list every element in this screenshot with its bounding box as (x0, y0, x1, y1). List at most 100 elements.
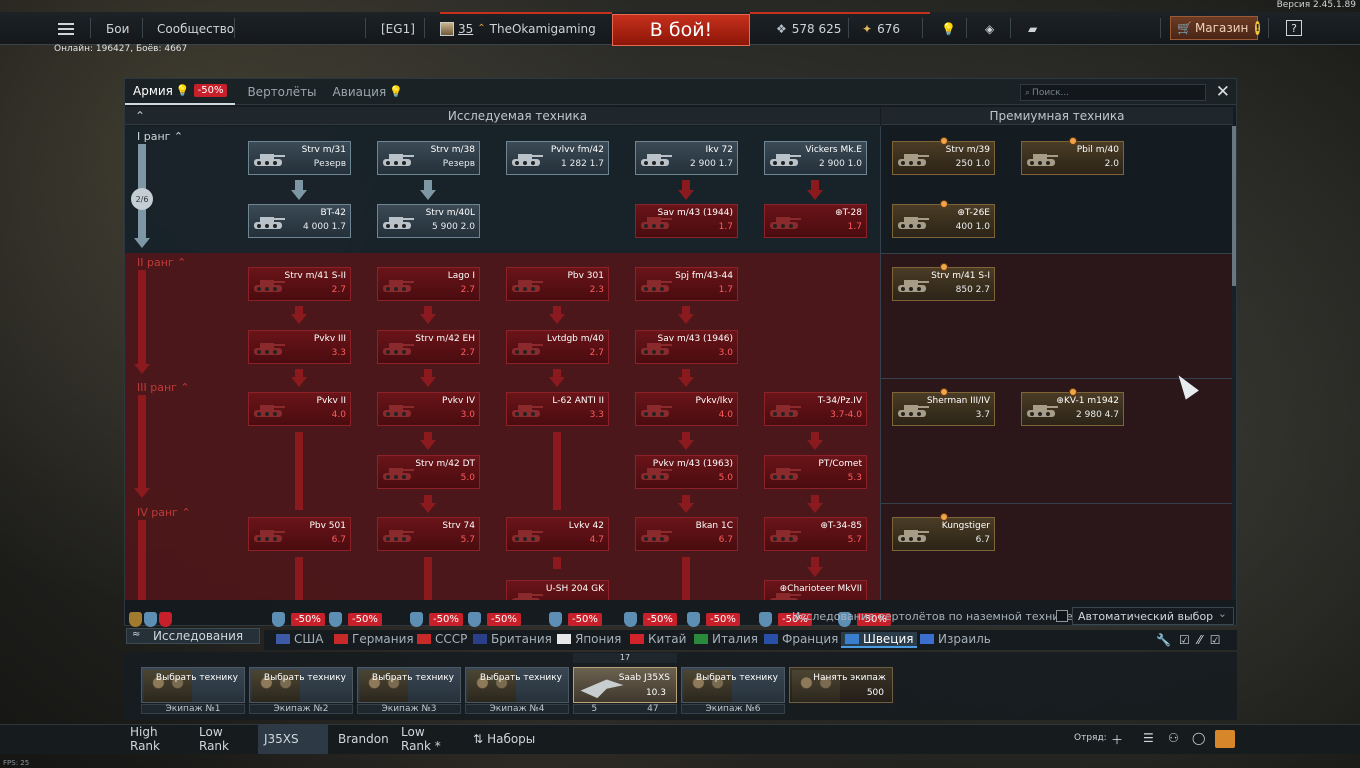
chat-icon[interactable]: ◯ (1192, 731, 1205, 745)
vehicle-card[interactable]: Sav m/43 (1944) 1.7 (635, 204, 738, 238)
tab-nation[interactable]: Япония (557, 632, 621, 646)
mail-icon[interactable] (1215, 730, 1235, 748)
crew-slot[interactable]: Выбрать технику Экипаж №1 (141, 667, 245, 714)
vehicle-card[interactable]: Sherman III/IV 3.7 (892, 388, 995, 426)
menu-community[interactable]: Сообщество (157, 12, 234, 45)
shield-icon (144, 612, 157, 627)
vehicle-card[interactable]: ⊕Charioteer MkVII (764, 580, 867, 600)
preset-tab[interactable]: Low Rank * (395, 724, 463, 754)
preset-tab[interactable]: Brandon (332, 724, 389, 754)
preset-tab[interactable]: J35XS (258, 724, 328, 754)
vehicle-card[interactable]: Lvtdgb m/40 2.7 (506, 330, 609, 364)
vehicle-card[interactable]: Spj fm/43-44 1.7 (635, 267, 738, 301)
nation-discount: -50% (624, 612, 677, 627)
crew-slot[interactable]: Saab J35XS 10.3 5 47 17 (573, 653, 677, 714)
vehicle-card[interactable]: Ikv 72 2 900 1.7 (635, 141, 738, 175)
tab-nation[interactable]: СССР (417, 632, 467, 646)
box-icon[interactable]: ◈ (985, 12, 994, 45)
tab-nation[interactable]: Израиль (920, 632, 991, 646)
vehicle-card[interactable]: L-62 ANTI II 3.3 (506, 392, 609, 426)
vehicle-card[interactable]: Pvkv II 4.0 (248, 392, 351, 426)
crew-slot[interactable]: Выбрать технику Экипаж №4 (465, 667, 569, 714)
preset-tab[interactable]: ⇅ Наборы (467, 724, 537, 754)
vehicle-card[interactable]: Kungstiger 6.7 (892, 513, 995, 551)
tab-aviation[interactable]: Авиация 💡 (325, 79, 411, 105)
battle-button[interactable]: В бой! (612, 14, 750, 46)
tab-nation[interactable]: Италия (694, 632, 758, 646)
vehicle-card[interactable]: Strv m/40L 5 900 2.0 (377, 204, 480, 238)
vehicle-card[interactable]: Strv m/41 S-I 850 2.7 (892, 263, 995, 301)
vehicle-card[interactable]: Pbv 501 6.7 (248, 517, 351, 551)
tab-nation[interactable]: Франция (764, 632, 838, 646)
tab-nation[interactable]: США (276, 632, 323, 646)
player-profile[interactable]: 35 ⌃ TheOkamigaming (440, 12, 596, 45)
vehicle-card[interactable]: ⊕T-28 1.7 (764, 204, 867, 238)
search-input[interactable]: ⌕ Поиск... (1020, 84, 1206, 101)
silver-lions[interactable]: ❖ 578 625 (776, 12, 841, 45)
crew-slot[interactable]: Выбрать технику Экипаж №6 (681, 667, 785, 714)
vehicle-card[interactable]: Pbil m/40 2.0 (1021, 137, 1124, 175)
vehicle-card[interactable]: Pbv 301 2.3 (506, 267, 609, 301)
ticket-icon[interactable]: ▰ (1028, 12, 1037, 45)
vehicle-card[interactable]: Strv m/31 Резерв (248, 141, 351, 175)
tab-nation[interactable]: Германия (334, 632, 414, 646)
vehicle-card[interactable]: Strv 74 5.7 (377, 517, 480, 551)
vehicle-card[interactable]: Sav m/43 (1946) 3.0 (635, 330, 738, 364)
vehicle-card[interactable]: Pvkv III 3.3 (248, 330, 351, 364)
auto-research-checkbox[interactable] (1056, 610, 1068, 622)
check-icon[interactable]: ☑ (1210, 633, 1221, 647)
vehicle-card[interactable]: Lago I 2.7 (377, 267, 480, 301)
help-button[interactable]: ? (1286, 20, 1302, 36)
clan-tag[interactable]: [EG1] (381, 12, 415, 45)
vehicle-card[interactable]: Pvkv IV 3.0 (377, 392, 480, 426)
vehicle-card[interactable]: Strv m/42 DT 5.0 (377, 455, 480, 489)
auto-select-dropdown[interactable]: Автоматический выбор (1072, 607, 1234, 625)
vehicle-card[interactable]: Lvkv 42 4.7 (506, 517, 609, 551)
discount-badge: -50% (487, 613, 521, 626)
preset-tab-label: Наборы (487, 732, 536, 746)
vehicle-card[interactable]: Vickers Mk.E 2 900 1.0 (764, 141, 867, 175)
friends-icon[interactable]: ⚇ (1168, 731, 1179, 745)
vehicle-card[interactable]: PT/Comet 5.3 (764, 455, 867, 489)
hire-crew-slot[interactable]: Нанять экипаж 500 (789, 667, 893, 714)
strikes-icon[interactable]: ⁄⁄ (1198, 633, 1202, 647)
vehicle-card[interactable]: Strv m/41 S-II 2.7 (248, 267, 351, 301)
menu-battles[interactable]: Бои (106, 12, 129, 45)
player-name: TheOkamigaming (489, 21, 596, 36)
vehicle-card[interactable]: Pvlvv fm/42 1 282 1.7 (506, 141, 609, 175)
rank-label-text: IV ранг (137, 506, 178, 519)
squad-add-icon[interactable]: ＋ (1111, 731, 1123, 748)
preset-tab[interactable]: Low Rank (193, 724, 254, 754)
check-icon[interactable]: ☑ (1179, 633, 1190, 647)
list-icon[interactable]: ☰ (1143, 731, 1154, 745)
vehicle-card[interactable]: T-34/Pz.IV 3.7-4.0 (764, 392, 867, 426)
vehicle-card[interactable]: Pvkv/Ikv 4.0 (635, 392, 738, 426)
preset-tab[interactable]: High Rank (124, 724, 190, 754)
crew-slot[interactable]: Выбрать технику Экипаж №2 (249, 667, 353, 714)
tab-nation[interactable]: Швеция (841, 632, 918, 648)
collapse-header[interactable]: ⌃ (125, 107, 155, 125)
gold-eagles[interactable]: ✦ 676 (862, 12, 900, 45)
scrollbar[interactable] (1232, 126, 1236, 600)
vehicle-card[interactable]: Strv m/42 EH 2.7 (377, 330, 480, 364)
vehicle-card[interactable]: ⊕KV-1 m1942 2 980 4.7 (1021, 388, 1124, 426)
close-button[interactable]: ✕ (1216, 82, 1230, 102)
vehicle-card[interactable]: ⊕T-26E 400 1.0 (892, 200, 995, 238)
tab-helicopters[interactable]: Вертолёты (239, 79, 324, 105)
tab-nation[interactable]: Китай (630, 632, 686, 646)
vehicle-card[interactable]: Strv m/39 250 1.0 (892, 137, 995, 175)
vehicle-card[interactable]: Pvkv m/43 (1963) 5.0 (635, 455, 738, 489)
vehicle-card[interactable]: BT-42 4 000 1.7 (248, 204, 351, 238)
lightbulb-icon[interactable]: 💡 (941, 12, 956, 45)
wrench-icon[interactable]: 🔧 (1156, 633, 1171, 647)
research-button[interactable]: ≈ Исследования (126, 628, 260, 644)
vehicle-card[interactable]: Bkan 1C 6.7 (635, 517, 738, 551)
tab-nation[interactable]: Британия (473, 632, 552, 646)
vehicle-card[interactable]: U-SH 204 GK (506, 580, 609, 600)
vehicle-card[interactable]: Strv m/38 Резерв (377, 141, 480, 175)
tab-army[interactable]: Армия 💡 -50% (125, 79, 236, 105)
menu-button[interactable] (58, 12, 78, 45)
vehicle-card[interactable]: ⊕T-34-85 5.7 (764, 517, 867, 551)
shop-button[interactable]: 🛒 Магазин ! (1170, 16, 1260, 40)
crew-slot[interactable]: Выбрать технику Экипаж №3 (357, 667, 461, 714)
